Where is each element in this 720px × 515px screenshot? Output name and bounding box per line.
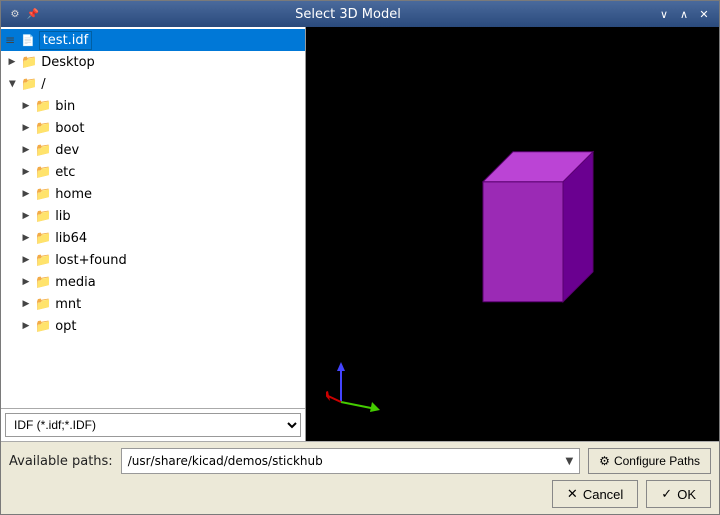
selected-filename: test.idf [39,31,93,50]
folder-icon: 📁 [35,143,51,158]
configure-paths-label: Configure Paths [614,454,700,468]
cancel-button[interactable]: ✕ Cancel [552,480,638,508]
file-list-icon: ≡ [5,33,19,47]
chevron-icon: ▶ [19,233,33,243]
folder-icon: 📁 [35,99,51,114]
chevron-icon: ▶ [19,277,33,287]
folder-icon: 📁 [35,187,51,202]
file-panel: ≡📄test.idf▶📁Desktop▶📁/▶📁bin▶📁boot▶📁dev▶📁… [1,27,306,441]
folder-icon: 📁 [21,55,37,70]
tree-item-label: Desktop [41,55,95,70]
tree-item-label: home [55,187,92,202]
file-tree[interactable]: ≡📄test.idf▶📁Desktop▶📁/▶📁bin▶📁boot▶📁dev▶📁… [1,27,305,408]
titlebar-app-icons: ⚙ 📌 [7,6,41,22]
ok-label: OK [677,487,696,502]
chevron-icon: ▶ [7,77,17,91]
chevron-icon: ▶ [19,167,33,177]
chevron-icon: ▶ [19,101,33,111]
main-window: ⚙ 📌 Select 3D Model ∨ ∧ ✕ ≡📄test.idf▶📁De… [0,0,720,515]
folder-icon: 📁 [35,253,51,268]
paths-dropdown[interactable]: /usr/share/kicad/demos/stickhub ▼ [121,448,580,474]
chevron-icon: ▶ [19,299,33,309]
folder-icon: 📁 [35,209,51,224]
app-icon: ⚙ [7,6,23,22]
tree-item-dev[interactable]: ▶📁 dev [1,139,305,161]
tree-item-label: lib64 [55,231,87,246]
paths-value: /usr/share/kicad/demos/stickhub [128,454,323,468]
action-row: ✕ Cancel ✓ OK [9,480,711,508]
ok-icon: ✓ [661,486,672,502]
tree-item-lib64[interactable]: ▶📁 lib64 [1,227,305,249]
tree-item-label: dev [55,143,79,158]
3d-model-preview [453,122,613,326]
tree-item-label: bin [55,99,75,114]
paths-label: Available paths: [9,454,113,469]
window-title: Select 3D Model [41,7,655,22]
cancel-icon: ✕ [567,486,578,502]
minimize-button[interactable]: ∨ [655,5,673,23]
tree-item-boot[interactable]: ▶📁 boot [1,117,305,139]
chevron-icon: ▶ [19,255,33,265]
folder-icon: 📁 [35,275,51,290]
main-content: ≡📄test.idf▶📁Desktop▶📁/▶📁bin▶📁boot▶📁dev▶📁… [1,27,719,441]
chevron-icon: ▶ [19,189,33,199]
file-icon: 📄 [21,34,35,47]
titlebar: ⚙ 📌 Select 3D Model ∨ ∧ ✕ [1,1,719,27]
paths-row: Available paths: /usr/share/kicad/demos/… [9,448,711,474]
axis-arrows [326,357,386,421]
tree-item-mnt[interactable]: ▶📁 mnt [1,293,305,315]
tree-item-label: boot [55,121,84,136]
folder-icon: 📁 [35,121,51,136]
bottom-bar: Available paths: /usr/share/kicad/demos/… [1,441,719,514]
maximize-button[interactable]: ∧ [675,5,693,23]
preview-panel [306,27,719,441]
titlebar-buttons: ∨ ∧ ✕ [655,5,713,23]
chevron-icon: ▶ [19,211,33,221]
folder-icon: 📁 [35,231,51,246]
tree-item-label: media [55,275,96,290]
tree-item-root[interactable]: ▶ 📁 / [1,73,305,95]
ok-button[interactable]: ✓ OK [646,480,711,508]
paths-dropdown-arrow: ▼ [565,456,573,467]
chevron-icon: ▶ [19,123,33,133]
configure-paths-button[interactable]: ⚙ Configure Paths [588,448,711,474]
tree-item-label: lost+found [55,253,127,268]
pin-icon: 📌 [25,6,41,22]
tree-item-lib[interactable]: ▶📁 lib [1,205,305,227]
filter-bar: IDF (*.idf;*.IDF) All files (*) [1,408,305,441]
tree-item-label: lib [55,209,70,224]
chevron-icon: ▶ [19,145,33,155]
tree-item-label: mnt [55,297,81,312]
chevron-icon: ▶ [5,57,19,67]
folder-icon: 📁 [21,77,37,92]
cancel-label: Cancel [583,487,623,502]
folder-icon: 📁 [35,165,51,180]
tree-item-etc[interactable]: ▶📁 etc [1,161,305,183]
chevron-icon: ▶ [19,321,33,331]
tree-item-test-idf[interactable]: ≡📄 test.idf [1,29,305,51]
tree-item-label: opt [55,319,76,334]
tree-item-media[interactable]: ▶📁 media [1,271,305,293]
tree-item-home[interactable]: ▶📁 home [1,183,305,205]
tree-item-lost-found[interactable]: ▶📁 lost+found [1,249,305,271]
configure-paths-icon: ⚙ [599,454,610,468]
close-button[interactable]: ✕ [695,5,713,23]
folder-icon: 📁 [35,297,51,312]
file-filter-select[interactable]: IDF (*.idf;*.IDF) All files (*) [5,413,301,437]
titlebar-left: ⚙ 📌 [7,6,41,22]
folder-icon: 📁 [35,319,51,334]
tree-item-label: etc [55,165,75,180]
tree-item-desktop[interactable]: ▶📁 Desktop [1,51,305,73]
tree-item-bin[interactable]: ▶📁 bin [1,95,305,117]
tree-item-label: / [41,77,45,92]
tree-item-opt[interactable]: ▶📁 opt [1,315,305,337]
